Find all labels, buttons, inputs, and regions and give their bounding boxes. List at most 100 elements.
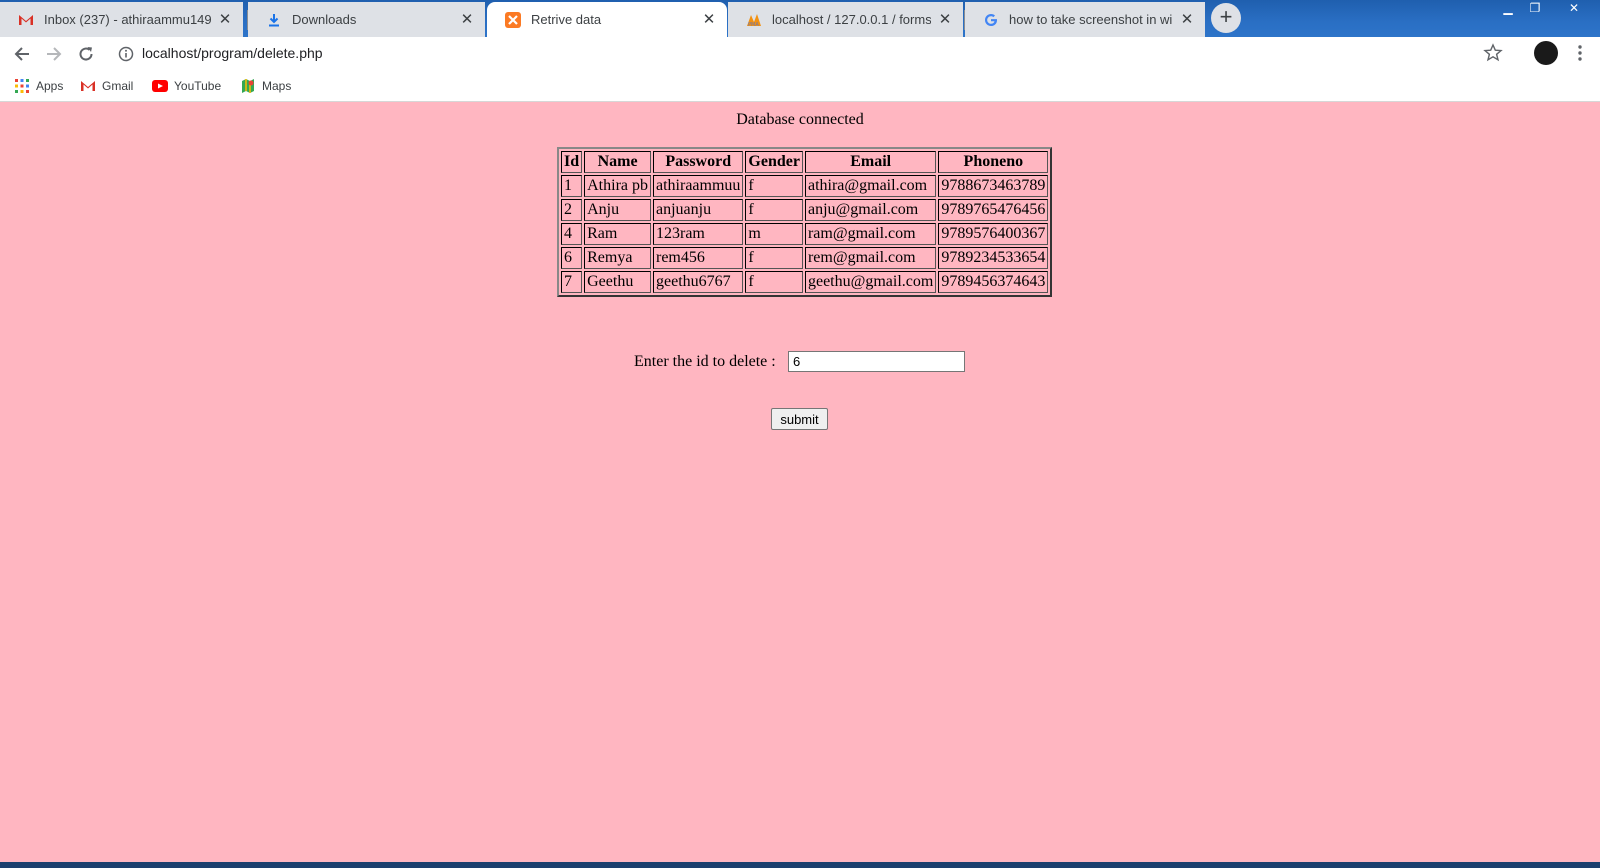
minimize-window-button[interactable]: ▁ — [1495, 0, 1521, 18]
table-cell: 7 — [561, 271, 583, 293]
table-cell: rem@gmail.com — [804, 247, 937, 269]
table-header-row: Id Name Password Gender Email Phoneno — [561, 151, 1049, 173]
windows-taskbar — [0, 862, 1600, 868]
restore-window-button[interactable]: ❐ — [1522, 0, 1548, 18]
gmail-icon — [18, 12, 34, 28]
table-cell: f — [745, 175, 803, 197]
delete-id-input[interactable] — [788, 351, 965, 372]
bookmark-gmail[interactable]: Gmail — [80, 76, 133, 96]
connection-status: Database connected — [736, 111, 864, 128]
page-content: Database connected Id Name Password Gend… — [0, 102, 1600, 862]
table-row: 6 Remya rem456 f rem@gmail.com 978923453… — [561, 247, 1049, 269]
bookmark-apps[interactable]: Apps — [14, 76, 63, 96]
tab-title: Retrive data — [531, 12, 602, 27]
phpmyadmin-icon: PMA — [746, 12, 762, 28]
bookmark-label: Apps — [36, 79, 64, 93]
table-cell: 9789456374643 — [938, 271, 1049, 293]
tab-phpmyadmin[interactable]: PMA localhost / 127.0.0.1 / forms1 / s ✕ — [728, 2, 963, 37]
table-cell: Athira pb — [584, 175, 651, 197]
tab-strip: Inbox (237) - athiraammu1499@ ✕ Download… — [0, 0, 1600, 37]
maps-icon — [240, 78, 256, 94]
tab-gmail-inbox[interactable]: Inbox (237) - athiraammu1499@ ✕ — [0, 2, 243, 37]
table-cell: rem456 — [653, 247, 744, 269]
close-icon[interactable]: ✕ — [217, 11, 233, 28]
close-icon[interactable]: ✕ — [701, 11, 717, 28]
column-header: Email — [804, 151, 937, 173]
column-header: Phoneno — [938, 151, 1049, 173]
svg-text:PMA: PMA — [748, 22, 759, 27]
bookmark-label: YouTube — [174, 79, 222, 93]
table-cell: athira@gmail.com — [804, 175, 937, 197]
column-header: Password — [653, 151, 744, 173]
table-row: 4 Ram 123ram m ram@gmail.com 97895764003… — [561, 223, 1049, 245]
close-window-button[interactable]: ✕ — [1559, 0, 1589, 18]
table-row: 7 Geethu geethu6767 f geethu@gmail.com 9… — [561, 271, 1049, 293]
reload-icon — [79, 47, 93, 61]
info-icon[interactable] — [118, 46, 134, 62]
table-cell: f — [745, 199, 803, 221]
table-cell: athiraammuu — [653, 175, 744, 197]
tab-title: localhost / 127.0.0.1 / forms1 / s — [772, 12, 931, 27]
apps-grid-icon — [14, 78, 30, 94]
bookmark-star-icon[interactable] — [1483, 43, 1503, 63]
xampp-icon — [505, 11, 521, 28]
table-cell: 4 — [561, 223, 583, 245]
table-row: 1 Athira pb athiraammuu f athira@gmail.c… — [561, 175, 1049, 197]
table-cell: 9789576400367 — [938, 223, 1049, 245]
table-cell: geethu@gmail.com — [804, 271, 937, 293]
bookmarks-bar: Apps Gmail YouTube Maps — [0, 70, 1600, 102]
google-icon — [983, 12, 999, 28]
column-header: Gender — [745, 151, 803, 173]
table-cell: f — [745, 271, 803, 293]
table-row: 2 Anju anjuanju f anju@gmail.com 9789765… — [561, 199, 1049, 221]
close-icon[interactable]: ✕ — [1179, 11, 1195, 28]
table-cell: 9788673463789 — [938, 175, 1049, 197]
table-cell: anju@gmail.com — [804, 199, 937, 221]
table-cell: m — [745, 223, 803, 245]
reload-button[interactable] — [73, 41, 99, 67]
tab-title: how to take screenshot in windo — [1009, 12, 1173, 27]
tab-retrive-data[interactable]: Retrive data ✕ — [487, 2, 727, 37]
table-cell: 123ram — [653, 223, 744, 245]
table-cell: 1 — [561, 175, 583, 197]
users-table: Id Name Password Gender Email Phoneno 1 … — [557, 147, 1053, 297]
browser-toolbar: localhost/program/delete.php — [0, 37, 1600, 70]
bookmark-youtube[interactable]: YouTube — [152, 76, 221, 96]
close-icon[interactable]: ✕ — [937, 11, 953, 28]
url-text: localhost/program/delete.php — [142, 45, 323, 61]
tab-google-search[interactable]: how to take screenshot in windo ✕ — [965, 2, 1205, 37]
bookmark-label: Maps — [262, 79, 292, 93]
submit-button[interactable]: submit — [771, 408, 828, 430]
arrow-left-icon — [14, 47, 29, 61]
table-cell: Anju — [584, 199, 651, 221]
youtube-icon — [152, 78, 168, 94]
bookmark-label: Gmail — [102, 79, 134, 93]
table-cell: Remya — [584, 247, 651, 269]
table-cell: ram@gmail.com — [804, 223, 937, 245]
delete-id-label: Enter the id to delete : — [634, 353, 776, 370]
table-cell: 2 — [561, 199, 583, 221]
table-cell: Ram — [584, 223, 651, 245]
gmail-icon — [80, 78, 96, 94]
download-icon — [266, 12, 282, 28]
table-cell: anjuanju — [653, 199, 744, 221]
back-button[interactable] — [9, 41, 35, 67]
table-cell: 6 — [561, 247, 583, 269]
more-menu-icon[interactable] — [1574, 42, 1586, 64]
bookmark-maps[interactable]: Maps — [240, 76, 291, 96]
table-cell: 9789765476456 — [938, 199, 1049, 221]
column-header: Id — [561, 151, 583, 173]
tab-downloads[interactable]: Downloads ✕ — [248, 2, 485, 37]
new-tab-button[interactable]: + — [1211, 3, 1241, 33]
tab-title: Downloads — [292, 12, 357, 27]
address-bar[interactable]: localhost/program/delete.php — [110, 39, 1515, 69]
close-icon[interactable]: ✕ — [459, 11, 475, 28]
table-cell: f — [745, 247, 803, 269]
tab-title: Inbox (237) - athiraammu1499@ — [44, 12, 211, 27]
table-cell: Geethu — [584, 271, 651, 293]
profile-avatar[interactable] — [1534, 41, 1558, 65]
arrow-right-icon — [47, 47, 62, 61]
table-cell: geethu6767 — [653, 271, 744, 293]
column-header: Name — [584, 151, 651, 173]
forward-button[interactable] — [41, 41, 67, 67]
